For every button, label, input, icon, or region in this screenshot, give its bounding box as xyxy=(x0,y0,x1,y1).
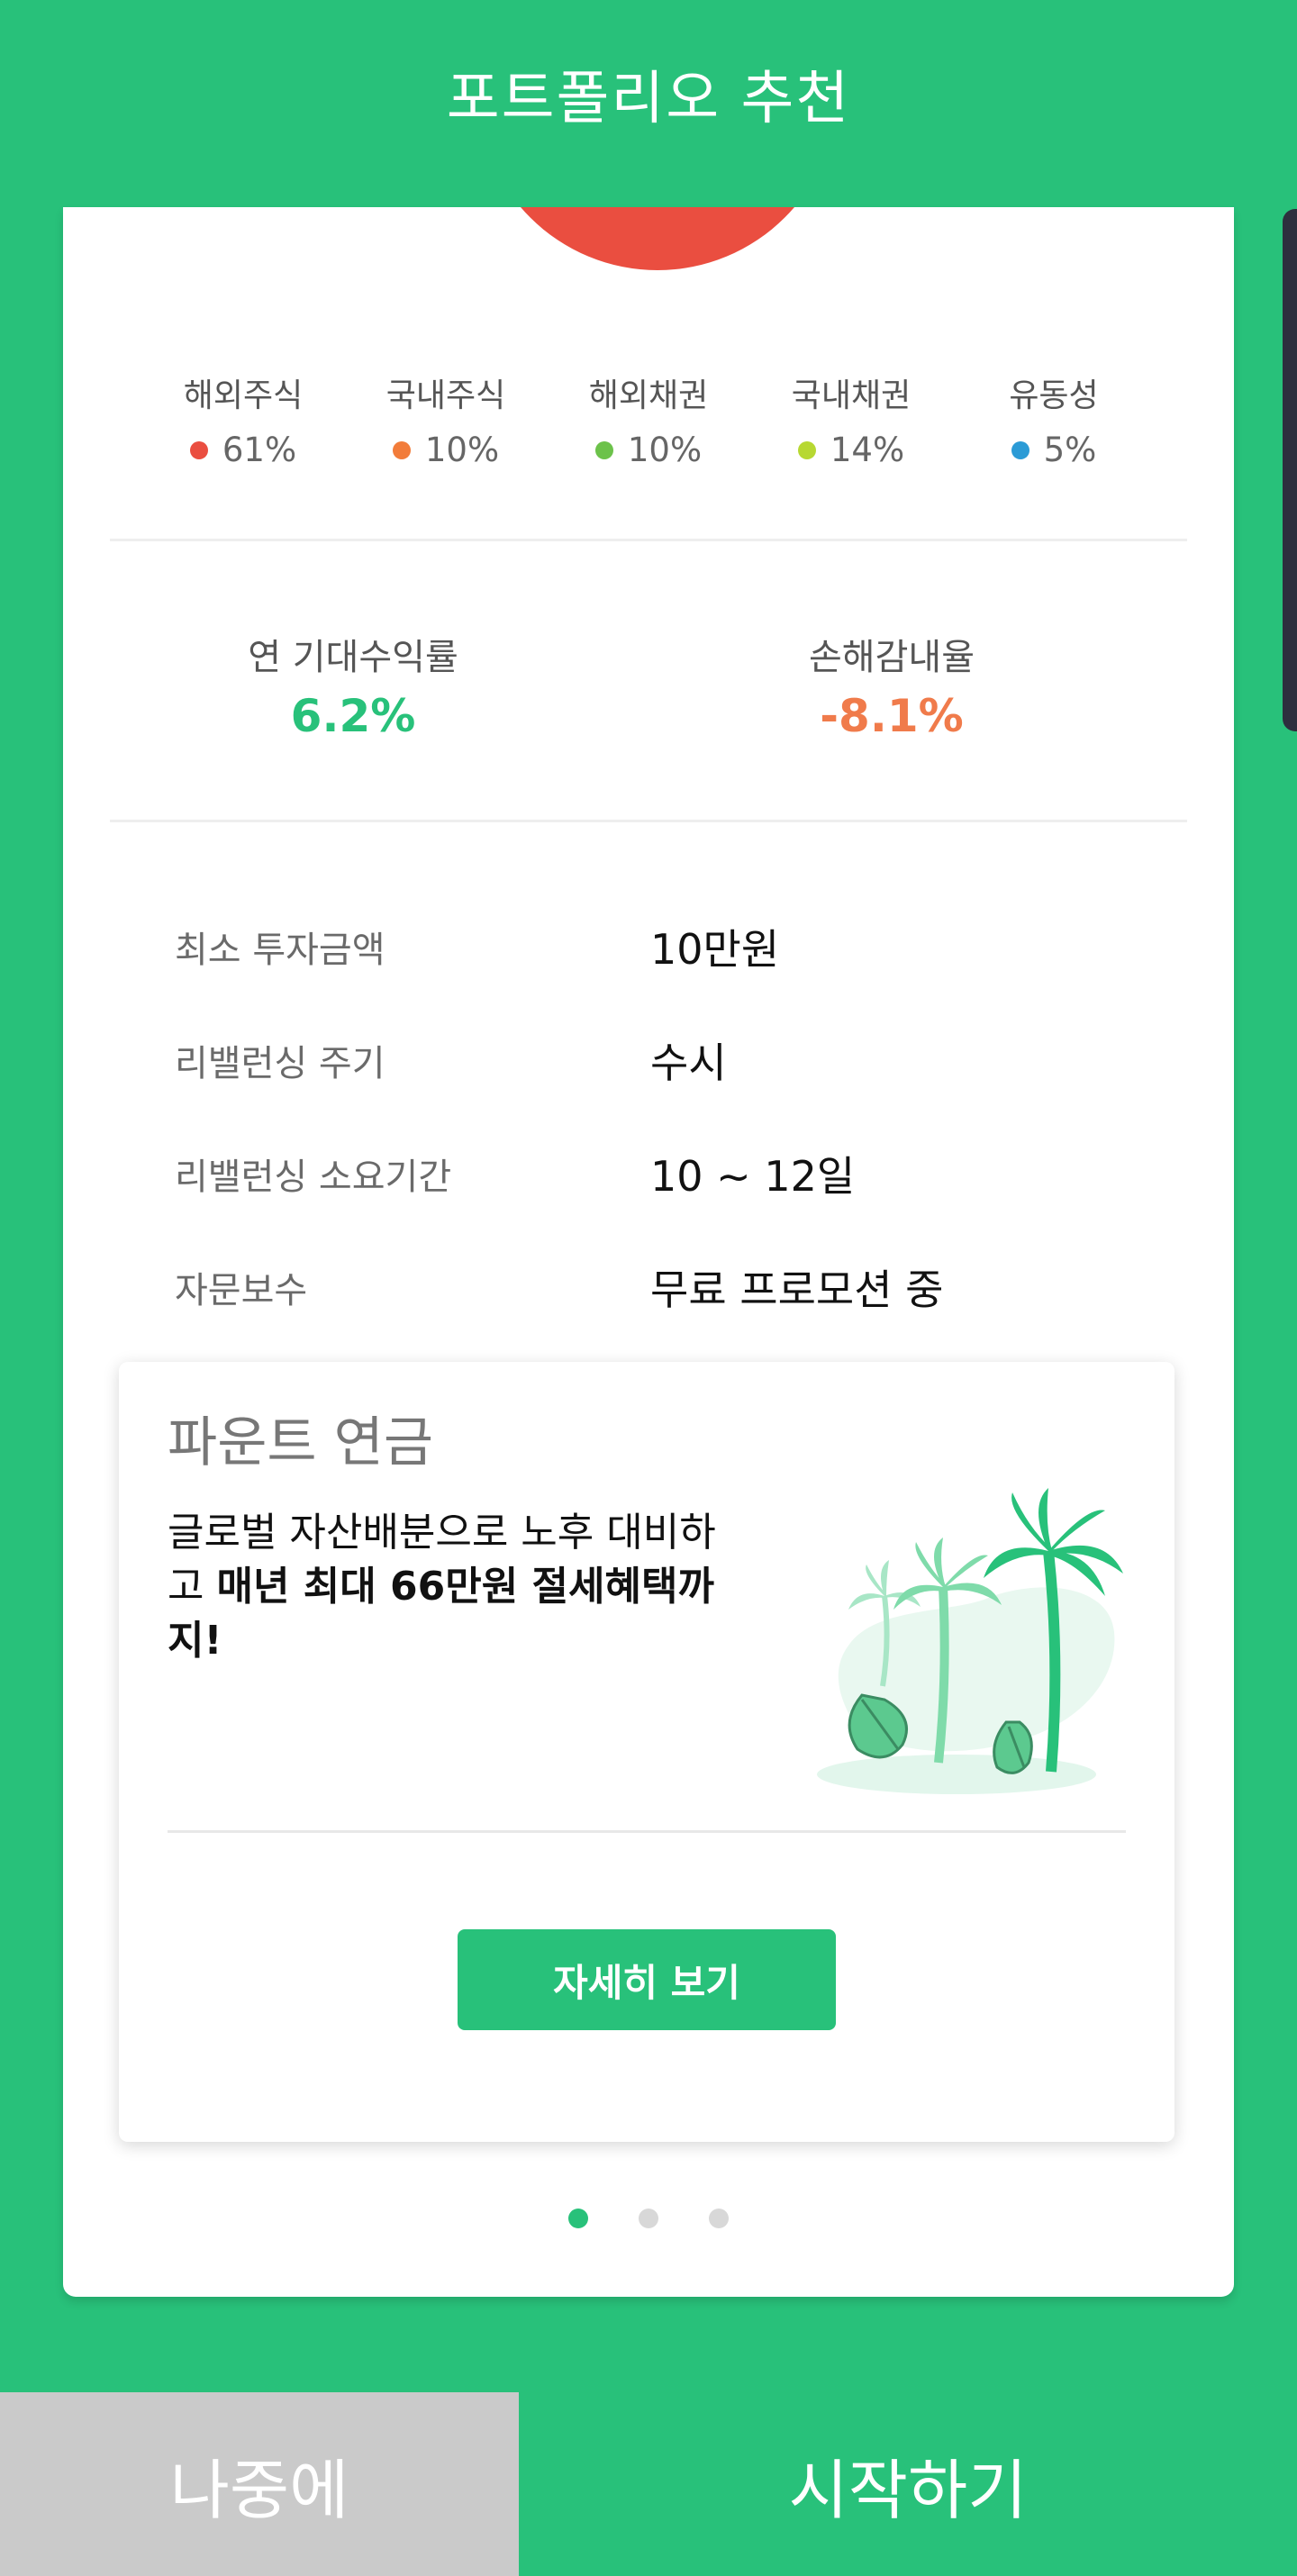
expected-return-label: 연 기대수익률 xyxy=(248,637,458,678)
legend-dot-icon xyxy=(1011,441,1029,459)
promo-description: 글로벌 자산배분으로 노후 대비하고 매년 최대 66만원 절세혜택까지! xyxy=(168,1510,716,1664)
expected-return-value: 6.2% xyxy=(290,690,416,742)
loss-tolerance-label: 손해감내율 xyxy=(809,637,975,678)
pager-dot[interactable] xyxy=(709,2209,729,2228)
loss-tolerance-value: -8.1% xyxy=(820,690,964,742)
page-title: 포트폴리오 추천 xyxy=(446,66,851,132)
start-button[interactable]: 시작하기 xyxy=(519,2392,1297,2576)
expected-return-metric: 연 기대수익률 6.2% xyxy=(128,630,578,748)
promo-divider xyxy=(168,1830,1126,1833)
allocation-name: 국내주식 xyxy=(385,377,506,414)
allocation-item-liquidity: 유동성 5% xyxy=(964,369,1144,477)
info-row-rebalancing-cycle: 리밸런싱 주기 수시 xyxy=(175,1020,1165,1101)
allocation-pie-chart xyxy=(477,207,838,270)
info-value: 무료 프로모션 중 xyxy=(650,1265,944,1314)
pager-dot[interactable] xyxy=(568,2209,588,2228)
allocation-item-domestic-stocks: 국내주식 10% xyxy=(356,369,536,477)
portfolio-card: 해외주식 61% 국내주식 10% 해외채권 10% 국내채권 14% 유동성 … xyxy=(63,207,1234,2297)
info-label: 최소 투자금액 xyxy=(175,930,385,971)
allocation-name: 해외주식 xyxy=(183,377,304,414)
pager-dot[interactable] xyxy=(639,2209,658,2228)
allocation-value: 14% xyxy=(830,431,905,469)
carousel-pager xyxy=(63,2209,1234,2228)
info-value: 10 ~ 12일 xyxy=(650,1152,856,1201)
view-details-button[interactable]: 자세히 보기 xyxy=(458,1929,836,2030)
allocation-value: 10% xyxy=(627,431,703,469)
legend-dot-icon xyxy=(797,441,816,459)
divider xyxy=(110,539,1187,541)
info-label: 자문보수 xyxy=(175,1270,308,1311)
allocation-value: 5% xyxy=(1043,431,1097,469)
allocation-item-overseas-bonds: 해외채권 10% xyxy=(558,369,739,477)
palm-trees-illustration-icon xyxy=(817,1488,1123,1794)
info-row-rebalancing-period: 리밸런싱 소요기간 10 ~ 12일 xyxy=(175,1133,1165,1214)
allocation-legend: 해외주식 61% 국내주식 10% 해외채권 10% 국내채권 14% 유동성 … xyxy=(153,369,1144,477)
allocation-name: 국내채권 xyxy=(791,377,912,414)
info-label: 리밸런싱 주기 xyxy=(175,1043,385,1084)
divider xyxy=(110,820,1187,822)
promo-title: 파운트 연금 xyxy=(168,1411,434,1474)
legend-dot-icon xyxy=(392,441,411,459)
allocation-item-domestic-bonds: 국내채권 14% xyxy=(761,369,941,477)
later-button[interactable]: 나중에 xyxy=(0,2392,519,2576)
info-label: 리밸런싱 소요기간 xyxy=(175,1156,452,1198)
bottom-action-bar: 나중에 시작하기 xyxy=(0,2392,1297,2576)
allocation-name: 해외채권 xyxy=(588,377,709,414)
info-value: 10만원 xyxy=(650,925,780,974)
info-row-min-investment: 최소 투자금액 10만원 xyxy=(175,906,1165,987)
legend-dot-icon xyxy=(594,441,613,459)
info-row-advisory-fee: 자문보수 무료 프로모션 중 xyxy=(175,1247,1165,1328)
side-panel-handle[interactable] xyxy=(1283,209,1297,731)
allocation-value: 61% xyxy=(222,431,297,469)
promo-card[interactable]: 파운트 연금 글로벌 자산배분으로 노후 대비하고 매년 최대 66만원 절세혜… xyxy=(119,1362,1175,2142)
legend-dot-icon xyxy=(189,441,208,459)
loss-tolerance-metric: 손해감내율 -8.1% xyxy=(667,630,1117,748)
allocation-item-overseas-stocks: 해외주식 61% xyxy=(153,369,333,477)
info-value: 수시 xyxy=(650,1039,727,1087)
allocation-value: 10% xyxy=(424,431,500,469)
allocation-name: 유동성 xyxy=(1009,377,1099,414)
